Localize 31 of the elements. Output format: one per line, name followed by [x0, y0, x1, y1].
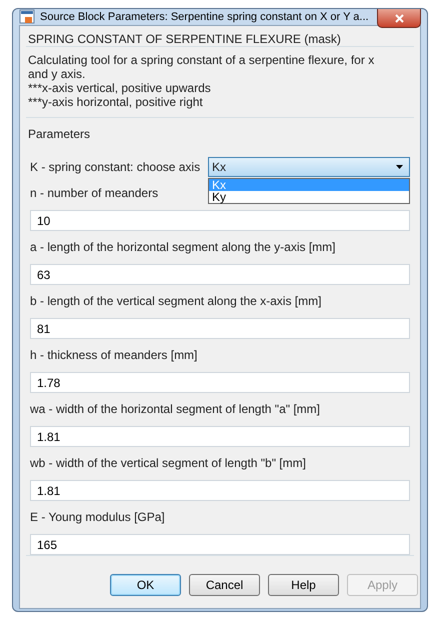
input-field[interactable]: 1.81: [30, 480, 410, 501]
field-label: K - spring constant: choose axis: [30, 160, 200, 174]
input-field[interactable]: 1.81: [30, 426, 410, 447]
dialog-button[interactable]: Help: [268, 574, 339, 596]
input-field[interactable]: 1.78: [30, 372, 410, 393]
description-text: Calculating tool for a spring constant of a serpentine flexure, for x: [28, 53, 376, 67]
description-text: ***y-axis horizontal, positive right: [28, 95, 204, 109]
dialog-button[interactable]: OK: [110, 574, 181, 596]
field-label: wb - width of the vertical segment of length "b" [mm]: [30, 455, 306, 471]
caret-icon: [396, 165, 403, 169]
field-label: a - length of the horizontal segment along the y-axis [mm]: [30, 239, 336, 255]
axis-dropdown[interactable]: Kx: [208, 157, 410, 177]
input-field[interactable]: 81: [30, 318, 410, 339]
field-label: wa - width of the horizontal segment of length "a" [mm]: [30, 401, 320, 417]
app-icon: [19, 9, 35, 25]
mask-title: SPRING CONSTANT OF SERPENTINE FLEXURE (mask): [27, 31, 342, 46]
group-title: Parameters: [27, 126, 92, 141]
close-button[interactable]: [377, 9, 421, 28]
field-label: h - thickness of meanders [mm]: [30, 347, 198, 363]
window-title: Source Block Parameters: Serpentine spring constant on X or Y a...: [40, 11, 369, 23]
input-field[interactable]: 165: [30, 534, 410, 555]
input-field[interactable]: 63: [30, 264, 410, 285]
input-field[interactable]: 10: [30, 210, 410, 231]
dropdown-option[interactable]: Ky: [209, 191, 409, 203]
field-label: b - length of the vertical segment along the x-axis [mm]: [30, 293, 322, 309]
close-icon: [394, 14, 404, 22]
dialog-button[interactable]: Cancel: [189, 574, 260, 596]
description-text: ***x-axis vertical, positive upwards: [28, 81, 212, 95]
field-label: E - Young modulus [GPa]: [30, 509, 165, 525]
description-text: and y axis.: [28, 67, 86, 81]
field-label: n - number of meanders: [30, 185, 158, 201]
